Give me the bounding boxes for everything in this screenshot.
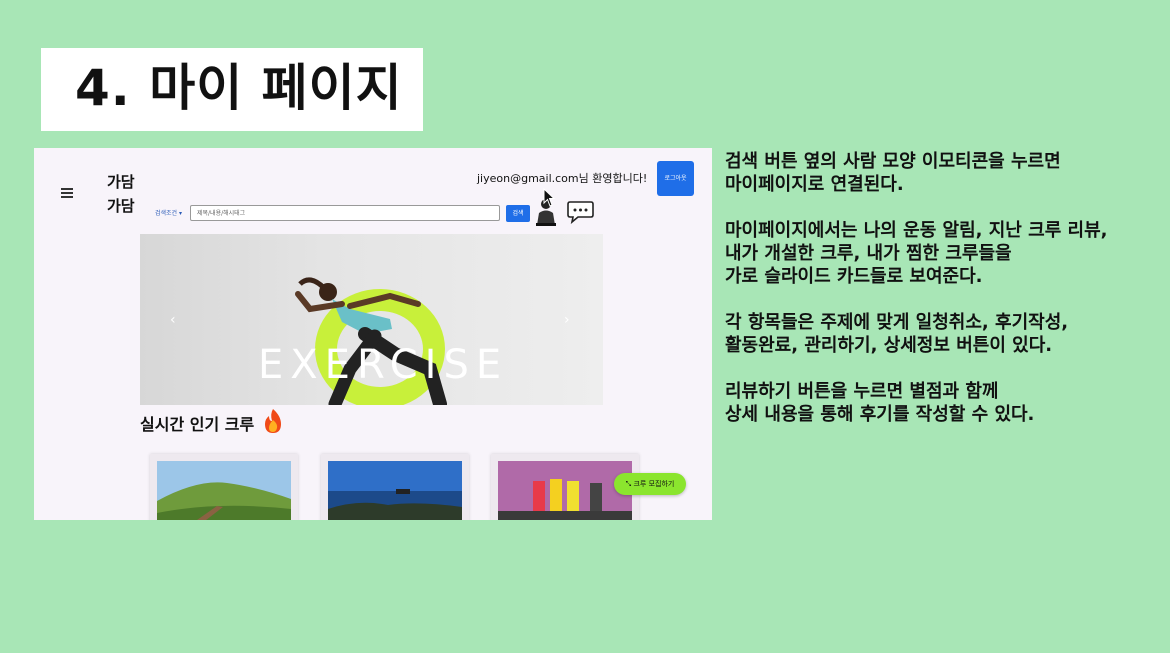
fire-icon (265, 409, 281, 433)
crew-card-image (328, 461, 462, 520)
logout-button[interactable]: 로그아웃 (657, 161, 694, 196)
description-line: 상세 내용을 통해 후기를 작성할 수 있다. (725, 404, 1035, 425)
description-line: 마이페이지로 연결된다. (725, 174, 904, 195)
crew-card[interactable] (321, 454, 469, 520)
recruit-crew-label: 크루 모집하기 (633, 480, 675, 488)
crew-card-image (157, 461, 291, 520)
description-line: 가로 슬라이드 카드들로 보여준다. (725, 266, 983, 287)
recruit-crew-button[interactable]: ⤡ 크루 모집하기 (614, 473, 686, 495)
carousel-prev-arrow[interactable]: ‹ (170, 312, 176, 328)
description-line: 내가 개설한 크루, 내가 찜한 크루들을 (725, 243, 1012, 264)
description-line: 검색 버튼 옆의 사람 모양 이모티콘을 누르면 (725, 151, 1061, 172)
hero-carousel[interactable]: EXERCISE ‹ › (140, 234, 603, 405)
search-filter-dropdown[interactable]: 검색조건 ▾ (155, 208, 182, 217)
hamburger-menu-icon[interactable] (61, 188, 73, 198)
description-paragraph: 검색 버튼 옆의 사람 모양 이모티콘을 누르면 마이페이지로 연결된다. (725, 150, 1107, 196)
crew-card-image (498, 461, 632, 520)
mouse-cursor-icon (543, 188, 555, 207)
hero-text: EXERCISE (258, 342, 509, 388)
description-paragraph: 마이페이지에서는 나의 운동 알림, 지난 크루 리뷰, 내가 개설한 크루, … (725, 219, 1107, 288)
description-paragraph: 각 항목들은 주제에 맞게 일청취소, 후기작성, 활동완료, 관리하기, 상세… (725, 311, 1107, 357)
slide-title-box: 4. 마이 페이지 (41, 48, 423, 131)
chat-bubble-icon[interactable] (567, 200, 594, 224)
description-line: 마이페이지에서는 나의 운동 알림, 지난 크루 리뷰, (725, 220, 1108, 241)
crew-card[interactable] (150, 454, 298, 520)
welcome-text: jiyeon@gmail.com님 환영합니다! (477, 172, 648, 185)
expand-arrows-icon: ⤡ (625, 480, 632, 488)
description-paragraph: 리뷰하기 버튼을 누르면 별점과 함께 상세 내용을 통해 후기를 작성할 수 … (725, 380, 1107, 426)
section-title: 실시간 인기 크루 (140, 415, 255, 434)
search-button[interactable]: 검색 (506, 205, 530, 222)
description-line: 리뷰하기 버튼을 누르면 별점과 함께 (725, 381, 999, 402)
app-screenshot: 가담 가담 검색조건 ▾ 제목/내용/해시태그 검색 jiyeon@gmail.… (34, 148, 712, 520)
description-text: 검색 버튼 옆의 사람 모양 이모티콘을 누르면 마이페이지로 연결된다. 마이… (725, 150, 1107, 449)
slide-title: 4. 마이 페이지 (75, 59, 403, 117)
app-logo[interactable]: 가담 가담 (107, 170, 135, 218)
logo-line-1: 가담 (107, 173, 135, 191)
description-line: 활동완료, 관리하기, 상세정보 버튼이 있다. (725, 335, 1053, 356)
search-input[interactable]: 제목/내용/해시태그 (190, 205, 500, 221)
carousel-next-arrow[interactable]: › (564, 312, 570, 328)
logo-line-2: 가담 (107, 197, 135, 215)
description-line: 각 항목들은 주제에 맞게 일청취소, 후기작성, (725, 312, 1069, 333)
